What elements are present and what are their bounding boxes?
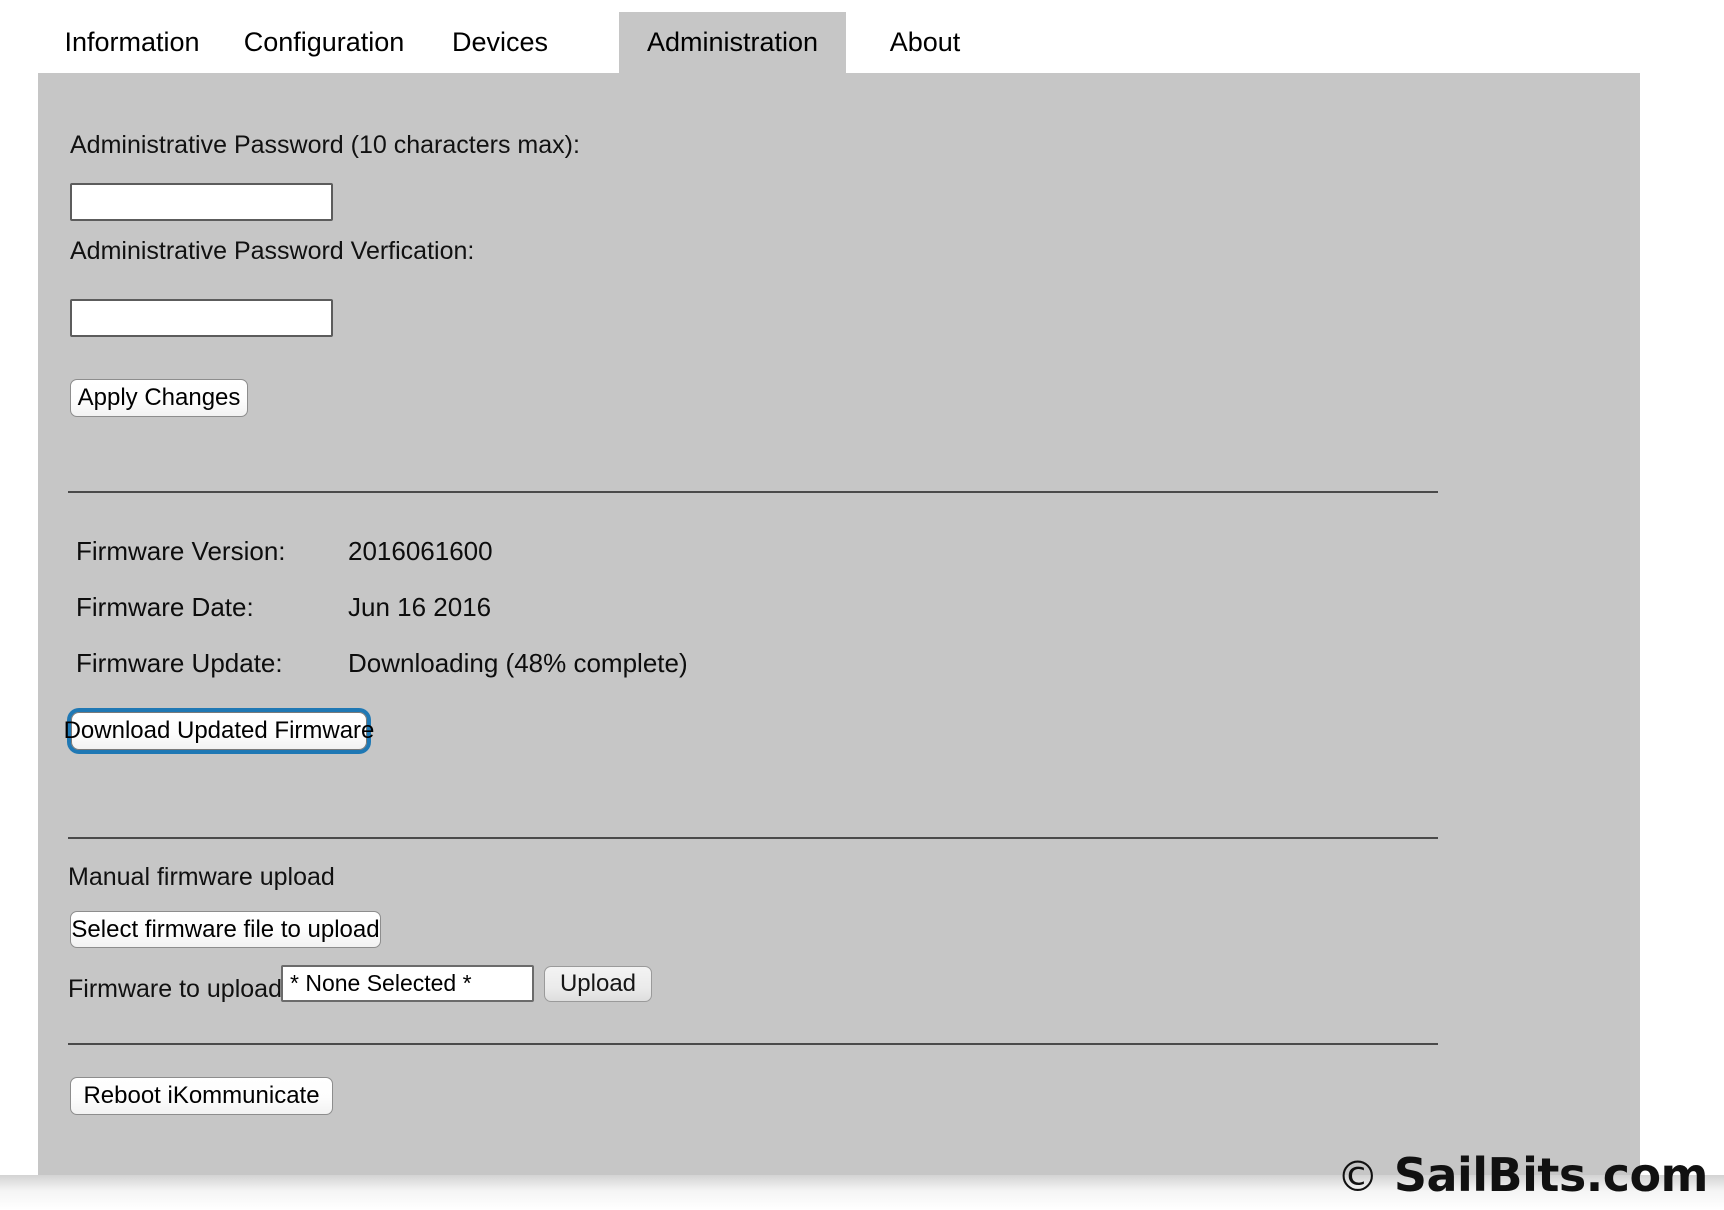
tab-label: Configuration bbox=[243, 27, 405, 57]
tab-label: Administration bbox=[646, 27, 819, 57]
manual-firmware-upload-heading: Manual firmware upload bbox=[68, 863, 335, 891]
firmware-to-upload-label: Firmware to upload: bbox=[68, 975, 289, 1003]
firmware-version-label: Firmware Version: bbox=[76, 536, 286, 566]
administration-panel: Administrative Password (10 characters m… bbox=[38, 73, 1640, 1175]
tab-about[interactable]: About bbox=[875, 12, 975, 73]
selected-firmware-filename: * None Selected * bbox=[290, 970, 472, 996]
administrative-password-input[interactable] bbox=[70, 183, 333, 221]
apply-changes-button[interactable]: Apply Changes bbox=[70, 379, 248, 417]
tab-bar: Information Configuration Devices Admini… bbox=[0, 0, 1724, 73]
select-firmware-file-label: Select firmware file to upload bbox=[71, 915, 380, 943]
tab-devices[interactable]: Devices bbox=[440, 12, 560, 73]
tab-label: Devices bbox=[451, 27, 549, 57]
select-firmware-file-button[interactable]: Select firmware file to upload bbox=[70, 911, 381, 948]
firmware-update-status: Downloading (48% complete) bbox=[348, 648, 688, 678]
download-updated-firmware-button[interactable]: Download Updated Firmware bbox=[64, 712, 374, 750]
sailbits-copyright: © SailBits.com bbox=[1336, 1148, 1709, 1202]
tab-information[interactable]: Information bbox=[58, 12, 206, 73]
reboot-ikommunicate-button[interactable]: Reboot iKommunicate bbox=[70, 1077, 333, 1115]
tab-administration[interactable]: Administration bbox=[619, 12, 846, 73]
upload-button[interactable]: Upload bbox=[544, 966, 652, 1002]
separator-1 bbox=[68, 491, 1438, 493]
firmware-to-upload-field[interactable]: * None Selected * bbox=[281, 965, 534, 1002]
administrative-password-label: Administrative Password (10 characters m… bbox=[70, 131, 580, 159]
firmware-version-value: 2016061600 bbox=[348, 536, 493, 566]
separator-3 bbox=[68, 1043, 1438, 1045]
administrative-password-verification-label: Administrative Password Verfication: bbox=[70, 237, 475, 265]
sailbits-wordmark: SailBits.com bbox=[1393, 1148, 1709, 1202]
tab-label: About bbox=[889, 27, 961, 57]
reboot-ikommunicate-label: Reboot iKommunicate bbox=[83, 1082, 320, 1109]
administrative-password-verification-input[interactable] bbox=[70, 299, 333, 337]
firmware-update-label: Firmware Update: bbox=[76, 648, 283, 678]
tab-configuration[interactable]: Configuration bbox=[240, 12, 408, 73]
apply-changes-label: Apply Changes bbox=[77, 384, 241, 411]
firmware-date-value: Jun 16 2016 bbox=[348, 592, 492, 622]
download-updated-firmware-label: Download Updated Firmware bbox=[63, 717, 375, 744]
separator-2 bbox=[68, 837, 1438, 839]
copyright-icon: © bbox=[1336, 1152, 1379, 1201]
firmware-date-label: Firmware Date: bbox=[76, 592, 254, 622]
tab-label: Information bbox=[64, 27, 200, 57]
upload-button-label: Upload bbox=[559, 970, 637, 997]
